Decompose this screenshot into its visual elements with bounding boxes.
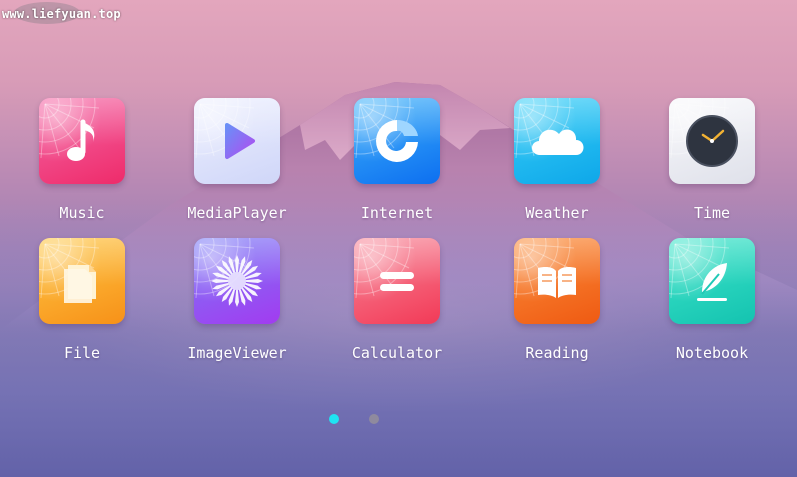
page-dot[interactable] bbox=[369, 414, 379, 424]
app-label: Notebook bbox=[675, 344, 749, 362]
file-icon[interactable] bbox=[39, 238, 125, 324]
open-book-icon[interactable] bbox=[514, 238, 600, 324]
clock-icon[interactable] bbox=[669, 98, 755, 184]
cloud-icon[interactable] bbox=[514, 98, 600, 184]
page-dot-active[interactable] bbox=[329, 414, 339, 424]
app-label: File bbox=[63, 344, 101, 362]
app-notebook[interactable]: Notebook bbox=[648, 238, 778, 368]
app-weather[interactable]: Weather bbox=[493, 98, 623, 228]
app-label: Reading bbox=[525, 344, 589, 362]
app-label: Weather bbox=[525, 204, 589, 222]
app-mediaplayer[interactable]: MediaPlayer bbox=[173, 98, 303, 228]
feather-icon[interactable] bbox=[669, 238, 755, 324]
app-label: Internet bbox=[360, 204, 434, 222]
music-note-icon[interactable] bbox=[39, 98, 125, 184]
app-label: ImageViewer bbox=[187, 344, 287, 362]
app-label: Calculator bbox=[351, 344, 443, 362]
flower-icon[interactable] bbox=[194, 238, 280, 324]
watermark-text: www.liefyuan.top bbox=[2, 2, 121, 24]
app-label: Time bbox=[693, 204, 731, 222]
app-imageviewer[interactable]: ImageViewer bbox=[173, 238, 303, 368]
app-reading[interactable]: Reading bbox=[493, 238, 623, 368]
play-icon[interactable] bbox=[194, 98, 280, 184]
app-time[interactable]: Time bbox=[648, 98, 778, 228]
internet-swirl-icon[interactable] bbox=[354, 98, 440, 184]
app-file[interactable]: File bbox=[18, 238, 148, 368]
app-internet[interactable]: Internet bbox=[333, 98, 463, 228]
equals-icon[interactable] bbox=[354, 238, 440, 324]
app-label: MediaPlayer bbox=[187, 204, 287, 222]
app-label: Music bbox=[59, 204, 105, 222]
app-calculator[interactable]: Calculator bbox=[333, 238, 463, 368]
app-music[interactable]: Music bbox=[18, 98, 148, 228]
